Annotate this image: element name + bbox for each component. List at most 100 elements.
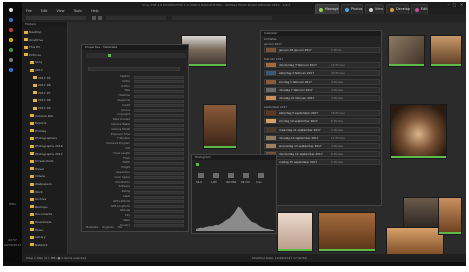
property-field[interactable] — [134, 214, 184, 218]
tree-item[interactable]: 2017-09 — [33, 106, 51, 110]
tree-item[interactable]: Camera Roll — [30, 114, 53, 118]
property-field[interactable] — [134, 185, 184, 189]
property-field[interactable] — [134, 75, 184, 79]
property-field[interactable] — [134, 176, 184, 180]
property-field[interactable] — [134, 147, 184, 151]
apply-icon[interactable] — [108, 54, 111, 57]
thumbnail[interactable] — [390, 104, 447, 159]
menu-icon[interactable] — [9, 8, 13, 12]
calendar-row[interactable]: januari 18 januari 2017 1 Photo — [264, 47, 380, 53]
tree-item[interactable]: Videos — [30, 174, 45, 178]
property-field[interactable] — [134, 224, 184, 228]
thumbnail[interactable] — [318, 212, 376, 252]
thumbnail[interactable] — [277, 212, 313, 252]
tree-item[interactable]: Backups — [30, 205, 48, 209]
settings-icon[interactable] — [9, 58, 13, 62]
tree-item[interactable]: Pictures — [24, 53, 41, 57]
input-language[interactable]: ENG — [3, 202, 22, 206]
property-field[interactable] — [134, 128, 184, 132]
property-field[interactable] — [134, 85, 184, 89]
calendar-row[interactable]: zondag 5 februari 2017 9 Photos — [264, 78, 380, 85]
property-field[interactable] — [134, 142, 184, 146]
thumbnail[interactable] — [430, 35, 462, 67]
thumbnail[interactable] — [388, 35, 425, 67]
tree-item[interactable]: Holiday — [30, 129, 46, 133]
property-field[interactable] — [134, 137, 184, 141]
property-field[interactable] — [134, 190, 184, 194]
property-field[interactable] — [134, 171, 184, 175]
tree-item[interactable]: Wallpapers — [30, 182, 52, 186]
thumbnail[interactable] — [403, 197, 443, 230]
menu-tools[interactable]: Tools — [74, 9, 82, 13]
property-field[interactable] — [134, 219, 184, 223]
calendar-row[interactable]: maandag 11 september 2017 2 Photos — [264, 126, 380, 133]
explorer-icon[interactable] — [9, 38, 13, 42]
property-field[interactable] — [134, 133, 184, 137]
property-field[interactable] — [134, 118, 184, 122]
sort-tools[interactable] — [172, 16, 272, 20]
property-field[interactable] — [134, 209, 184, 213]
tree-item[interactable]: 2017-08 — [33, 98, 51, 102]
property-field[interactable] — [134, 161, 184, 165]
menu-edit[interactable]: Edit — [41, 9, 48, 13]
menu-help[interactable]: Help — [91, 9, 99, 13]
tree-item[interactable]: Travel — [30, 167, 44, 171]
tree-item[interactable]: Photography 2016 — [30, 144, 63, 148]
property-field[interactable] — [134, 195, 184, 199]
calendar-row[interactable]: woensdag 13 september 2017 3 Photos — [264, 143, 380, 149]
menu-view[interactable]: View — [56, 9, 64, 13]
property-field[interactable] — [134, 104, 184, 108]
property-field[interactable] — [134, 109, 184, 113]
tree-item[interactable]: 2017-07 — [33, 91, 51, 95]
property-field[interactable] — [134, 205, 184, 209]
thumbnail[interactable] — [203, 104, 237, 149]
thumbnail[interactable] — [438, 197, 462, 235]
tree-item[interactable]: Photographers — [30, 136, 57, 140]
browser-icon[interactable] — [9, 18, 13, 22]
tree-item[interactable]: Exports — [30, 121, 46, 125]
property-field[interactable] — [134, 113, 184, 117]
calendar-row[interactable]: donderdag 14 september 2017 8 Photos — [264, 151, 380, 158]
tree-item[interactable]: Photography 2017 — [30, 152, 63, 156]
property-field[interactable] — [134, 99, 184, 103]
breadcrumb[interactable] — [26, 16, 86, 20]
tree-item[interactable]: Archive — [30, 197, 46, 201]
calendar-row[interactable]: dinsdag 21 februari 2017 3 Photos — [264, 95, 380, 101]
preset-select[interactable] — [88, 67, 180, 71]
property-field[interactable] — [134, 200, 184, 204]
tree-item[interactable]: Work — [30, 190, 43, 194]
tab-metadata[interactable]: Metadata — [86, 226, 98, 229]
mail-icon[interactable] — [9, 28, 13, 32]
property-field[interactable] — [134, 181, 184, 185]
property-field[interactable] — [134, 123, 184, 127]
property-field[interactable] — [134, 89, 184, 93]
property-field[interactable] — [134, 157, 184, 161]
back-icon[interactable] — [92, 16, 96, 20]
calendar-row[interactable]: zondag 10 september 2017 6 Photos — [264, 118, 380, 125]
tree-item[interactable]: 2017-06 — [33, 83, 51, 87]
tree-item[interactable]: Library — [30, 235, 46, 239]
property-field[interactable] — [134, 152, 184, 156]
calendar-row[interactable]: dinsdag 12 september 2017 11 Photos — [264, 134, 380, 141]
tree-item[interactable]: Screenshots — [30, 159, 53, 163]
channel-toggle[interactable] — [196, 163, 199, 166]
tree-item[interactable]: Network — [30, 243, 48, 247]
calendar-row[interactable]: donderdag 3 februari 2017 12 Photos — [264, 62, 380, 69]
tree-item[interactable]: 2017-05 — [33, 76, 51, 80]
calendar-row[interactable]: dinsdag 7 februari 2017 4 Photos — [264, 86, 380, 93]
menu-file[interactable]: File — [26, 9, 32, 13]
property-field[interactable] — [134, 166, 184, 170]
tree-item[interactable]: Desktop — [24, 30, 41, 34]
forward-icon[interactable] — [98, 16, 102, 20]
property-field[interactable] — [134, 94, 184, 98]
tree-item[interactable]: This PC — [24, 45, 40, 49]
tree-item[interactable]: Sony — [30, 60, 42, 64]
tree-item[interactable]: 2017 — [30, 68, 43, 72]
tab-organize[interactable]: Organize — [102, 226, 114, 229]
property-field[interactable] — [134, 80, 184, 84]
calendar-row[interactable]: vrijdag 15 september 2017 5 Photos — [264, 159, 380, 166]
store-icon[interactable] — [9, 68, 13, 72]
thumbnail[interactable] — [386, 227, 444, 257]
tree-item[interactable]: Documents — [30, 212, 52, 216]
calendar-row[interactable]: zaterdag 4 februari 2017 20 Photos — [264, 70, 380, 77]
